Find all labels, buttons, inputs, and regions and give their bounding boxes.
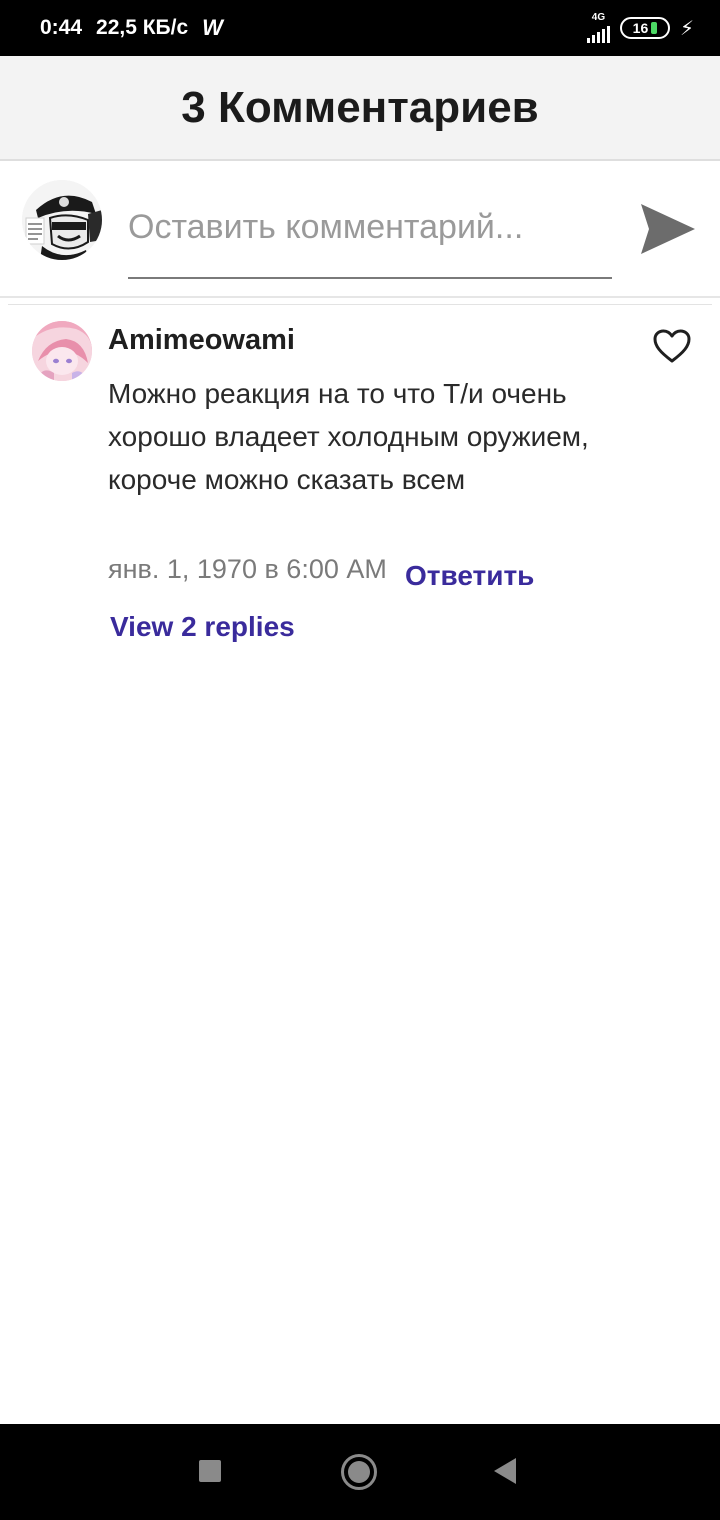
avatar xyxy=(22,180,102,260)
battery-level-text: 16 xyxy=(632,20,649,36)
comment-text: Можно реакция на то что Т/и очень хорошо… xyxy=(108,378,589,495)
status-speed: 22,5 КБ/с xyxy=(96,16,189,39)
page-title: 3 Комментариев xyxy=(181,82,539,132)
view-replies-link[interactable]: View 2 replies xyxy=(110,611,295,643)
recents-button[interactable] xyxy=(199,1460,221,1482)
send-button[interactable] xyxy=(636,201,700,257)
divider xyxy=(8,304,712,305)
comment-input[interactable] xyxy=(128,199,612,279)
comment-timestamp: янв. 1, 1970 в 6:00 AM xyxy=(108,554,387,584)
comments-header: 3 Комментариев xyxy=(0,56,720,161)
signal-icon: 4G xyxy=(586,13,610,43)
like-button[interactable] xyxy=(652,328,692,364)
home-button[interactable] xyxy=(341,1454,377,1490)
wattpad-w-icon: W xyxy=(202,15,223,40)
battery-icon: 16 xyxy=(619,17,670,39)
charging-icon: ⚡ xyxy=(679,17,694,40)
home-icon xyxy=(348,1461,370,1483)
system-navigation-bar xyxy=(0,1424,720,1520)
reply-button[interactable]: Ответить xyxy=(405,560,534,592)
comment-author-name[interactable]: Amimeowami xyxy=(108,324,295,357)
comment-author-avatar[interactable] xyxy=(32,321,92,381)
status-bar: 0:44 22,5 КБ/с W 4G 16 ⚡ xyxy=(0,0,720,56)
heart-outline-icon xyxy=(653,329,691,363)
status-time: 0:44 xyxy=(40,16,83,39)
back-button[interactable] xyxy=(494,1458,516,1484)
send-icon xyxy=(641,204,695,254)
comment-composer xyxy=(0,163,720,298)
